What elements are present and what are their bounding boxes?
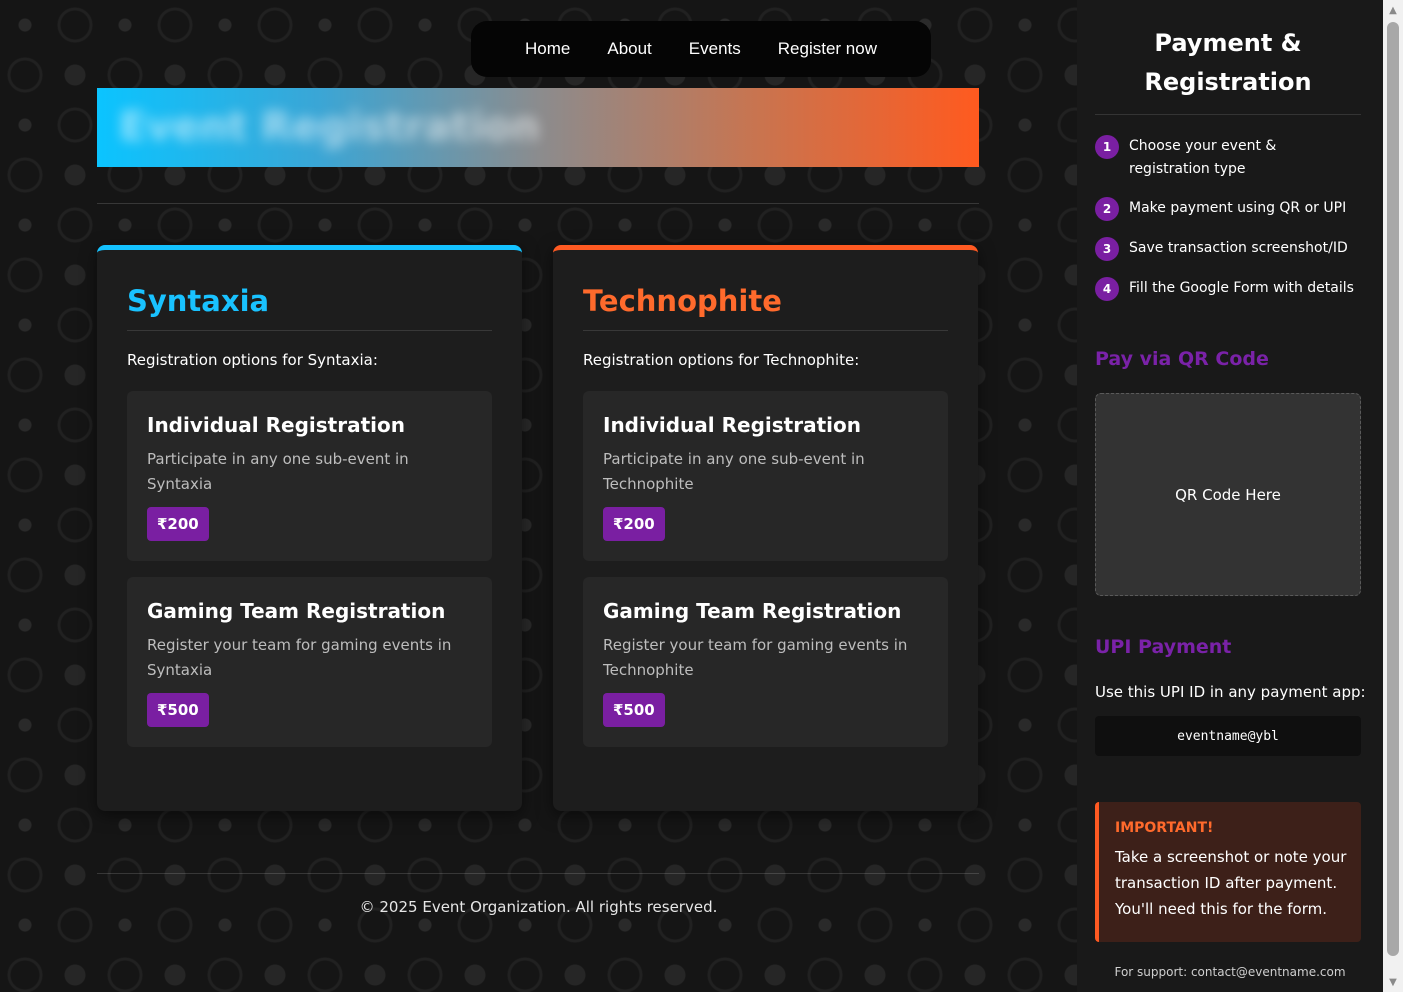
nav-events-link[interactable]: Events (689, 39, 741, 59)
divider (97, 203, 979, 204)
sidebar-title: Payment & Registration (1095, 24, 1361, 115)
event-intro: Registration options for Syntaxia: (127, 351, 378, 369)
step-number: 2 (1095, 197, 1119, 221)
event-card-technophite: Technophite Registration options for Tec… (553, 245, 978, 811)
steps-list: 1 Choose your event & registration type … (1095, 135, 1361, 301)
registration-option-individual[interactable]: Individual Registration Participate in a… (583, 391, 948, 561)
option-description: Register your team for gaming events in … (147, 636, 452, 679)
event-title: Syntaxia (127, 284, 492, 331)
option-description: Participate in any one sub-event in Synt… (147, 450, 409, 493)
upi-intro: Use this UPI ID in any payment app: (1095, 683, 1366, 701)
nav-home-link[interactable]: Home (525, 39, 570, 59)
step-text: Fill the Google Form with details (1129, 280, 1354, 296)
event-title: Technophite (583, 284, 948, 331)
event-card-syntaxia: Syntaxia Registration options for Syntax… (97, 245, 522, 811)
upi-id-box[interactable]: eventname@ybl (1095, 716, 1361, 756)
vertical-scrollbar[interactable]: ▲ ▼ (1383, 0, 1403, 992)
step-number: 4 (1095, 277, 1119, 301)
nav-register-link[interactable]: Register now (778, 39, 877, 59)
step-item: 1 Choose your event & registration type (1095, 135, 1361, 181)
important-title: IMPORTANT! (1115, 820, 1214, 836)
option-description: Register your team for gaming events in … (603, 636, 908, 679)
scroll-down-arrow-icon[interactable]: ▼ (1383, 974, 1403, 990)
footer-copyright: © 2025 Event Organization. All rights re… (359, 898, 718, 916)
step-text: Save transaction screenshot/ID (1129, 240, 1348, 256)
step-item: 4 Fill the Google Form with details (1095, 277, 1361, 301)
important-text: Take a screenshot or note your transacti… (1115, 848, 1347, 918)
registration-option-gaming-team[interactable]: Gaming Team Registration Register your t… (127, 577, 492, 747)
top-nav: Home About Events Register now (471, 21, 931, 77)
price-badge: ₹200 (603, 507, 665, 541)
nav-about-link[interactable]: About (607, 39, 651, 59)
option-title: Gaming Team Registration (147, 599, 446, 623)
page-banner: Event Registration (97, 88, 979, 167)
footer-divider (97, 873, 979, 874)
main-content: Home About Events Register now Event Reg… (0, 0, 1077, 992)
option-title: Individual Registration (147, 413, 405, 437)
important-notice: IMPORTANT! Take a screenshot or note you… (1095, 802, 1361, 942)
payment-sidebar: Payment & Registration 1 Choose your eve… (1077, 0, 1383, 992)
price-badge: ₹500 (603, 693, 665, 727)
support-contact: For support: contact@eventname.com (1114, 965, 1346, 979)
step-text: Choose your event & registration type (1129, 138, 1277, 177)
price-badge: ₹500 (147, 693, 209, 727)
option-title: Gaming Team Registration (603, 599, 902, 623)
step-text: Make payment using QR or UPI (1129, 200, 1347, 216)
option-description: Participate in any one sub-event in Tech… (603, 450, 865, 493)
step-item: 2 Make payment using QR or UPI (1095, 197, 1361, 221)
qr-code-placeholder: QR Code Here (1095, 393, 1361, 596)
scroll-up-arrow-icon[interactable]: ▲ (1383, 2, 1403, 18)
qr-heading: Pay via QR Code (1095, 348, 1269, 370)
event-intro: Registration options for Technophite: (583, 351, 860, 369)
step-number: 3 (1095, 237, 1119, 261)
option-title: Individual Registration (603, 413, 861, 437)
registration-option-individual[interactable]: Individual Registration Participate in a… (127, 391, 492, 561)
banner-title: Event Registration (119, 104, 540, 150)
qr-placeholder-text: QR Code Here (1175, 485, 1281, 504)
step-item: 3 Save transaction screenshot/ID (1095, 237, 1361, 261)
registration-option-gaming-team[interactable]: Gaming Team Registration Register your t… (583, 577, 948, 747)
upi-heading: UPI Payment (1095, 636, 1232, 658)
scrollbar-thumb[interactable] (1387, 22, 1399, 956)
price-badge: ₹200 (147, 507, 209, 541)
step-number: 1 (1095, 135, 1119, 159)
